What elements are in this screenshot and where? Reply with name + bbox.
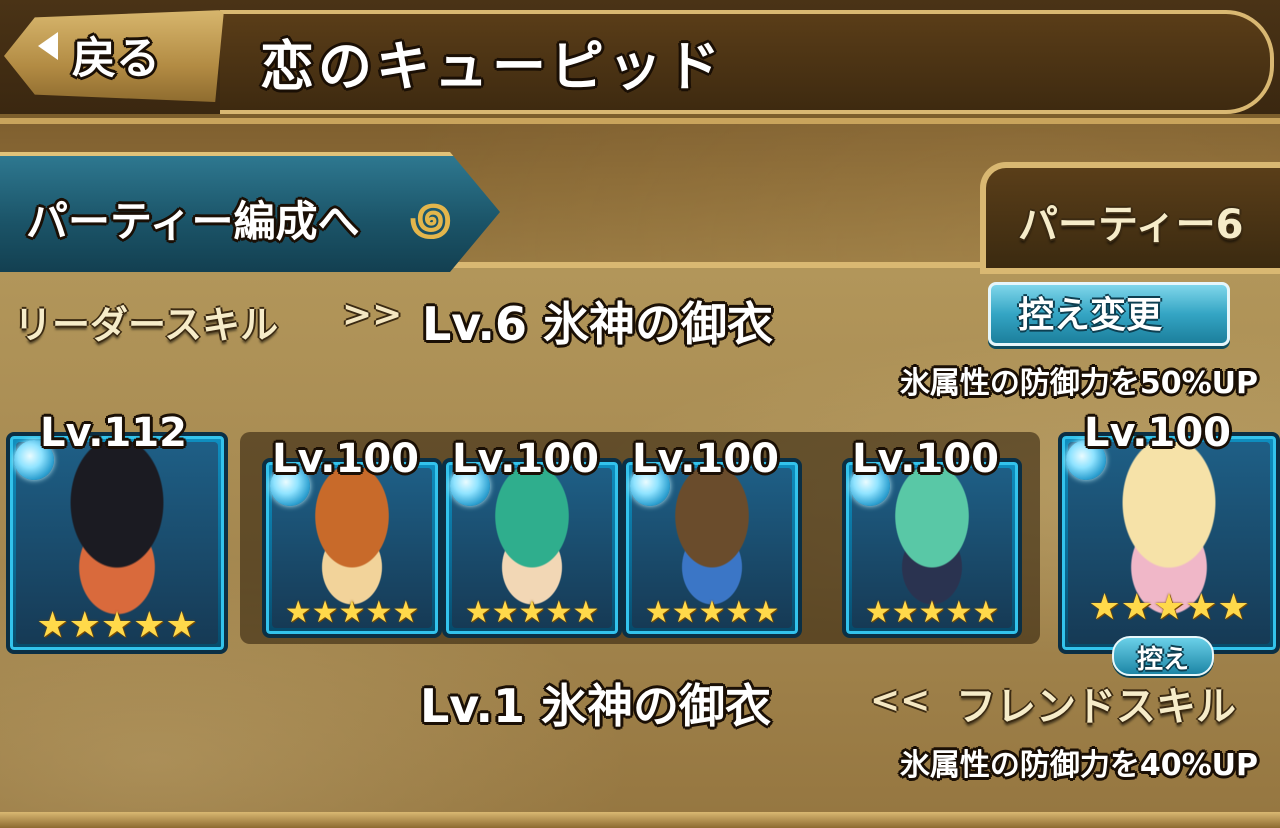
- monster-card[interactable]: ★★★★★: [842, 458, 1022, 638]
- chevron-left-icon: <<: [870, 680, 931, 721]
- rarity-stars: ★★★★★: [1088, 587, 1250, 628]
- page-title: 恋のキューピッド: [260, 35, 724, 98]
- friend-skill-label: フレンドスキル: [956, 684, 1236, 730]
- rarity-stars: ★★★★★: [284, 595, 420, 630]
- monster-card[interactable]: ★★★★★: [262, 458, 442, 638]
- bottom-border: [0, 812, 1280, 828]
- leader-skill-label: リーダースキル: [14, 303, 279, 347]
- monster-level: Lv.100: [632, 436, 779, 482]
- reserve-change-label[interactable]: 控え変更: [1018, 286, 1162, 338]
- party-tab-label[interactable]: パーティー6: [1018, 192, 1243, 250]
- rarity-stars: ★★★★★: [644, 595, 780, 630]
- leader-skill-name: Lv.6 氷神の御衣: [422, 297, 774, 351]
- monster-level: Lv.112: [40, 410, 187, 456]
- reserve-badge-label: 控え: [1136, 645, 1189, 675]
- monster-level: Lv.100: [852, 436, 999, 482]
- rarity-stars: ★★★★★: [864, 595, 1000, 630]
- rarity-stars: ★★★★★: [36, 605, 198, 646]
- party-edit-label[interactable]: パーティー編成へ: [26, 188, 359, 249]
- monster-card[interactable]: ★★★★★: [622, 458, 802, 638]
- friend-skill-name: Lv.1 氷神の御衣: [420, 679, 772, 733]
- monster-level: Lv.100: [1084, 410, 1231, 456]
- leader-skill-description: 氷属性の防御力を50%UP: [899, 366, 1258, 401]
- back-arrow-icon[interactable]: [38, 32, 58, 60]
- rarity-stars: ★★★★★: [464, 595, 600, 630]
- monster-level: Lv.100: [452, 436, 599, 482]
- monster-level: Lv.100: [272, 436, 419, 482]
- friend-skill-description: 氷属性の防御力を40%UP: [899, 748, 1258, 783]
- back-button-label[interactable]: 戻る: [72, 22, 160, 86]
- reserve-badge: 控え: [1112, 636, 1214, 676]
- friend-monster-card[interactable]: ★★★★★: [1058, 432, 1280, 654]
- swirl-ornament-icon: ꩜: [410, 194, 452, 245]
- monster-card[interactable]: ★★★★★: [442, 458, 622, 638]
- leader-monster-card[interactable]: ★★★★★: [6, 432, 228, 654]
- chevron-right-icon: >>: [342, 294, 403, 335]
